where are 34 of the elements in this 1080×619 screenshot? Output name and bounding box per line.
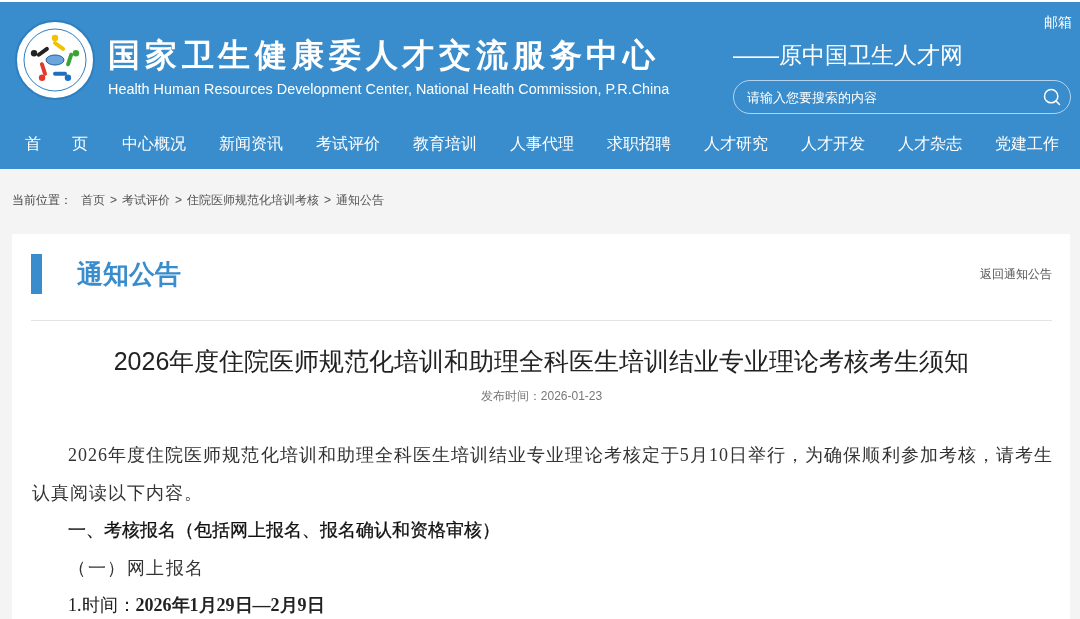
breadcrumb-link[interactable]: 通知公告 xyxy=(336,191,385,209)
section-title: 通知公告 xyxy=(77,258,181,291)
accent-bar xyxy=(31,254,42,294)
back-link[interactable]: 返回通知公告 xyxy=(980,265,1052,283)
breadcrumb-separator: > xyxy=(110,192,117,209)
search-field[interactable]: 请输入您要搜索的内容 xyxy=(733,80,1071,114)
nav-item[interactable]: 人才开发 xyxy=(800,118,865,169)
site-title: 国家卫生健康委人才交流服务中心 xyxy=(108,36,661,75)
publish-date: 发布时间：2026-01-23 xyxy=(479,388,604,405)
nav-item[interactable]: 求职招聘 xyxy=(606,118,671,169)
nav-item[interactable]: 中心概况 xyxy=(121,118,186,169)
nav-item[interactable]: 人事代理 xyxy=(509,118,574,169)
body-paragraph: 2026年度住院医师规范化培训和助理全科医生培训结业专业理论考核定于5月10日举行，为确保顺利参加考核，请考生认真阅读以下内容。 xyxy=(32,444,1053,505)
site-subtitle: Health Human Resources Development Center, National Health Commission, P.R.China xyxy=(108,80,670,98)
nav-item[interactable]: 考试评价 xyxy=(315,118,380,169)
article-title: 2026年度住院医师规范化培训和助理全科医生培训结业专业理论考核考生须知 xyxy=(112,346,971,377)
list-item-text: 1.时间：2026年1月29日—2月9日 xyxy=(68,594,326,617)
nav-item[interactable]: 新闻资讯 xyxy=(218,118,283,169)
nav-item[interactable]: 人才杂志 xyxy=(897,118,962,169)
nav-item[interactable]: 党建工作 xyxy=(994,118,1059,169)
breadcrumb-link[interactable]: 考试评价 xyxy=(122,191,170,209)
breadcrumb-label: 当前位置： xyxy=(12,192,72,209)
subsection-heading: （一）网上报名 xyxy=(68,557,206,580)
mail-link[interactable]: 邮箱 xyxy=(1044,14,1072,30)
breadcrumb-separator: > xyxy=(324,192,332,209)
breadcrumb-separator: > xyxy=(175,192,183,209)
nav-item[interactable]: 教育培训 xyxy=(412,118,477,169)
section-heading: 一、考核报名（包括网上报名、报名确认和资格审核） xyxy=(68,518,501,542)
nav-item[interactable]: 人才研究 xyxy=(703,118,768,169)
site-tagline: ——原中国卫生人才网 xyxy=(733,41,964,69)
nav-item[interactable]: 首 页 xyxy=(25,118,88,169)
breadcrumb-link[interactable]: 住院医师规范化培训考核 xyxy=(187,191,320,209)
search-icon[interactable] xyxy=(1042,87,1062,107)
breadcrumb-link[interactable]: 首页 xyxy=(81,191,105,209)
